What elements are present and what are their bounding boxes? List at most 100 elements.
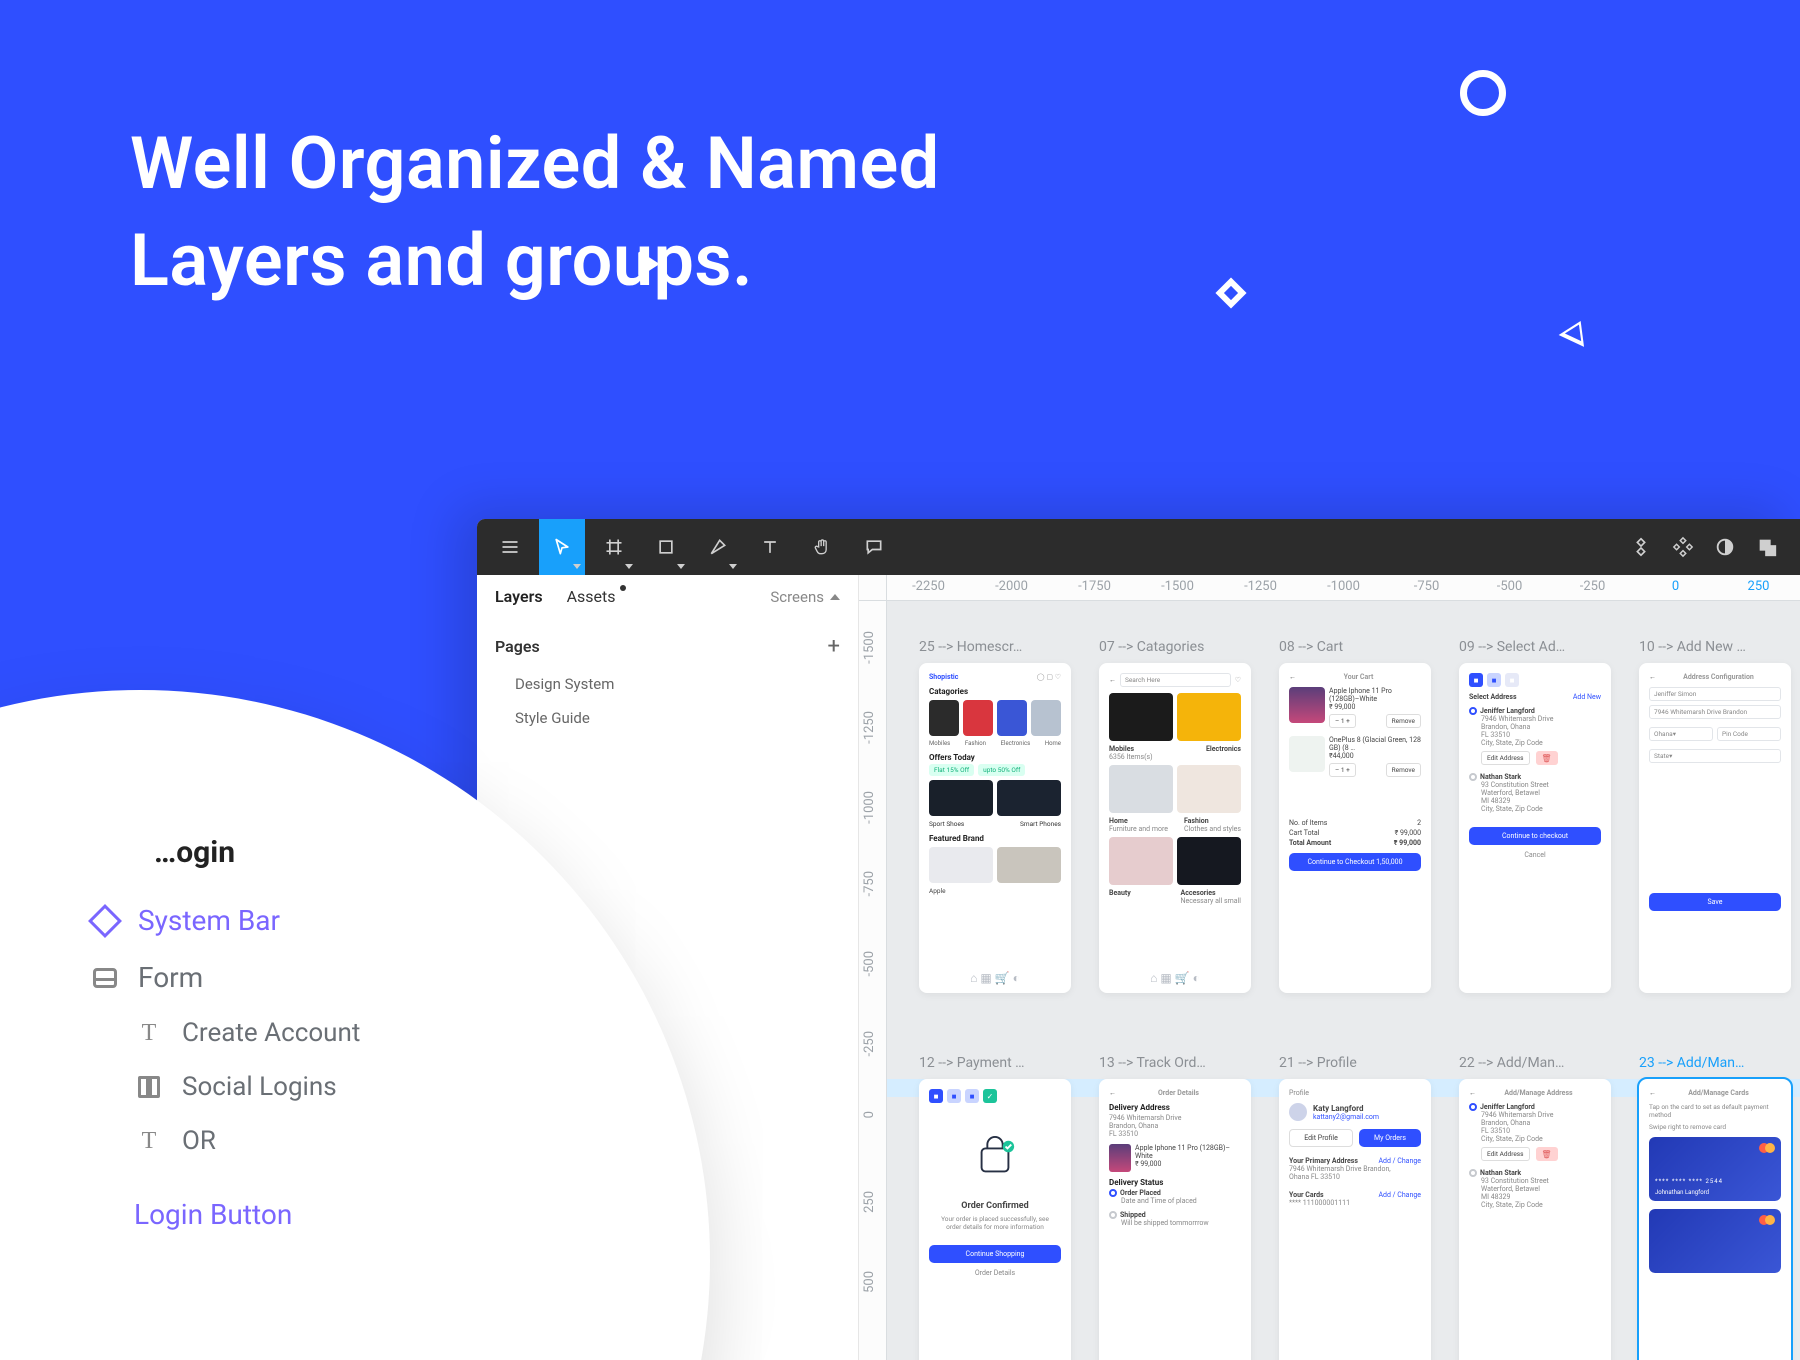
frame-label: 07 --> Catagories	[1099, 639, 1251, 655]
layer-form[interactable]: Form	[90, 949, 590, 1006]
frame-manage-address[interactable]: 22 --> Add/Man… ←Add/Manage Address Jeni…	[1459, 1055, 1611, 1360]
triangle-decoration-icon	[1559, 315, 1594, 347]
address-line: 7946 Whitemarsh Drive Brandon,	[1289, 1165, 1421, 1173]
section-title: Delivery Address	[1109, 1103, 1241, 1112]
status-sub: Date and Time of placed	[1121, 1197, 1241, 1205]
text-icon: T	[142, 1128, 157, 1155]
card-holder: Johnathan Langford	[1655, 1189, 1709, 1196]
toolbar	[477, 519, 1800, 575]
featured-label: Apple	[929, 887, 1061, 895]
layer-create-account[interactable]: T Create Account	[90, 1006, 590, 1060]
text-tool-icon[interactable]	[747, 519, 793, 575]
canvas[interactable]: -2250 -2000 -1750 -1500 -1250 -1000 -750…	[859, 575, 1800, 1360]
section-title: Catagories	[929, 687, 1061, 696]
cat-title: Beauty	[1109, 889, 1131, 897]
ruler-tick: -250	[1551, 575, 1634, 600]
frame-track-order[interactable]: 13 --> Track Ord… ←Order Details Deliver…	[1099, 1055, 1251, 1360]
frame-payment[interactable]: 12 --> Payment … ■■■✓ Order Confirmed Yo…	[919, 1055, 1071, 1360]
address-name: Nathan Stark	[1480, 773, 1521, 781]
pen-tool-icon[interactable]	[695, 519, 741, 575]
group-icon	[138, 1076, 160, 1098]
offer-badge: upto 50% Off	[978, 764, 1025, 776]
address-line: 7946 Whitemarsh Drive	[1109, 1114, 1241, 1122]
address-line: City, State, Zip Code	[1481, 739, 1601, 747]
add-page-button[interactable]: +	[828, 634, 840, 659]
frame-tool-icon[interactable]	[591, 519, 637, 575]
hand-tool-icon[interactable]	[799, 519, 845, 575]
cat-label: Home	[1045, 740, 1061, 747]
price-label: Cart Total	[1289, 829, 1319, 837]
card-number: **** 111000001111	[1289, 1199, 1421, 1207]
layer-login-button[interactable]: Login Button	[90, 1186, 590, 1243]
frame-label: 13 --> Track Ord…	[1099, 1055, 1251, 1071]
comment-tool-icon[interactable]	[851, 519, 897, 575]
page-item-design-system[interactable]: Design System	[477, 667, 858, 701]
pin-field: Pin Code	[1717, 727, 1781, 741]
frame-homescreen[interactable]: 25 --> Homescr… Shopistic◯ ▢ ♡ Catagorie…	[919, 639, 1071, 993]
frame-categories[interactable]: 07 --> Catagories ←Search Here♡ Mobiles6…	[1099, 639, 1251, 993]
address-line: Ohana FL 33510	[1289, 1173, 1421, 1181]
address-line: City, State, Zip Code	[1481, 1201, 1601, 1209]
address-name: Jeniffer Langford	[1480, 1103, 1535, 1111]
frame-select-address[interactable]: 09 --> Select Ad… ■■■ Select AddressAdd …	[1459, 639, 1611, 993]
cat-title: Mobiles	[1109, 745, 1134, 753]
product-price: ₹ 99,000	[1135, 1160, 1241, 1168]
product-price: ₹44,000	[1329, 752, 1421, 760]
pages-dropdown[interactable]: Screens	[770, 588, 840, 606]
layer-label: System Bar	[138, 904, 280, 937]
screen-title: Profile	[1289, 1089, 1421, 1097]
cat-title: Home	[1109, 817, 1128, 825]
profile-name: Katy Langford	[1313, 1104, 1364, 1113]
shape-tool-icon[interactable]	[643, 519, 689, 575]
ruler-tick: -500	[1468, 575, 1551, 600]
frame-profile[interactable]: 21 --> Profile Profile Katy Langfordkatt…	[1279, 1055, 1431, 1360]
search-input: Search Here	[1120, 673, 1231, 687]
subtitle-text: Your order is placed successfully, see o…	[929, 1211, 1061, 1235]
component-set-icon[interactable]	[1672, 536, 1694, 558]
headline-line1: Well Organized & Named	[130, 115, 940, 212]
frame-manage-cards[interactable]: 23 --> Add/Man… ←Add/Manage Cards Tap on…	[1639, 1055, 1791, 1360]
edit-button: Edit Address	[1481, 1147, 1530, 1161]
continue-button: Continue to checkout	[1469, 827, 1601, 845]
product-name: OnePlus 8 (Glacial Green, 128 GB) (8 …	[1329, 736, 1421, 752]
ruler-tick: -1000	[862, 791, 877, 824]
pages-heading: Pages	[495, 637, 540, 656]
status-sub: Will be shipped tommorrrow	[1121, 1219, 1241, 1227]
pages-dropdown-label: Screens	[770, 588, 824, 606]
mask-tool-icon[interactable]	[1714, 536, 1736, 558]
address-name: Nathan Stark	[1480, 1169, 1521, 1177]
frame-label: 09 --> Select Ad…	[1459, 639, 1611, 655]
bottom-nav: ⌂ ▦ 🛒 ◐	[1109, 971, 1241, 985]
component-icon[interactable]	[1630, 536, 1652, 558]
text-icon: T	[142, 1020, 157, 1047]
move-tool-icon[interactable]	[539, 519, 585, 575]
tab-layers[interactable]: Layers	[495, 587, 543, 606]
ruler-tick: 500	[862, 1271, 877, 1293]
address-line: 93 Constitution Street	[1481, 1177, 1601, 1185]
layer-system-bar[interactable]: System Bar	[90, 892, 590, 949]
cat-sub: Furniture and more	[1109, 825, 1168, 833]
frame-add-address[interactable]: 10 --> Add New … ←Address Configuration …	[1639, 639, 1791, 993]
page-item-style-guide[interactable]: Style Guide	[477, 701, 858, 735]
boolean-tool-icon[interactable]	[1756, 536, 1778, 558]
price-value: ₹ 99,000	[1394, 839, 1421, 847]
state-dropdown: State ▾	[1649, 749, 1781, 763]
continue-button: Continue Shopping	[929, 1245, 1061, 1263]
address-line: MI 48329	[1481, 1193, 1601, 1201]
frame-cart[interactable]: 08 --> Cart ←Your Cart Apple Iphone 11 P…	[1279, 639, 1431, 993]
layer-label: Form	[138, 961, 203, 994]
price-label: No. of Items	[1289, 819, 1327, 827]
address-name: Jeniffer Langford	[1480, 707, 1535, 715]
frame-label: 22 --> Add/Man…	[1459, 1055, 1611, 1071]
layer-frame-login[interactable]: …ogin	[90, 835, 590, 870]
product-price: ₹ 99,000	[1329, 703, 1421, 711]
ruler-tick: -750	[862, 871, 877, 897]
section-title: Delivery Status	[1109, 1178, 1241, 1187]
layer-or[interactable]: T OR	[90, 1114, 590, 1168]
layer-social-logins[interactable]: Social Logins	[90, 1060, 590, 1114]
edit-profile-button: Edit Profile	[1289, 1129, 1353, 1147]
section-title: Featured Brand	[929, 834, 1061, 843]
hamburger-menu-icon[interactable]	[487, 519, 533, 575]
tab-assets[interactable]: Assets	[567, 587, 616, 606]
ruler-tick: -1250	[1219, 575, 1302, 600]
